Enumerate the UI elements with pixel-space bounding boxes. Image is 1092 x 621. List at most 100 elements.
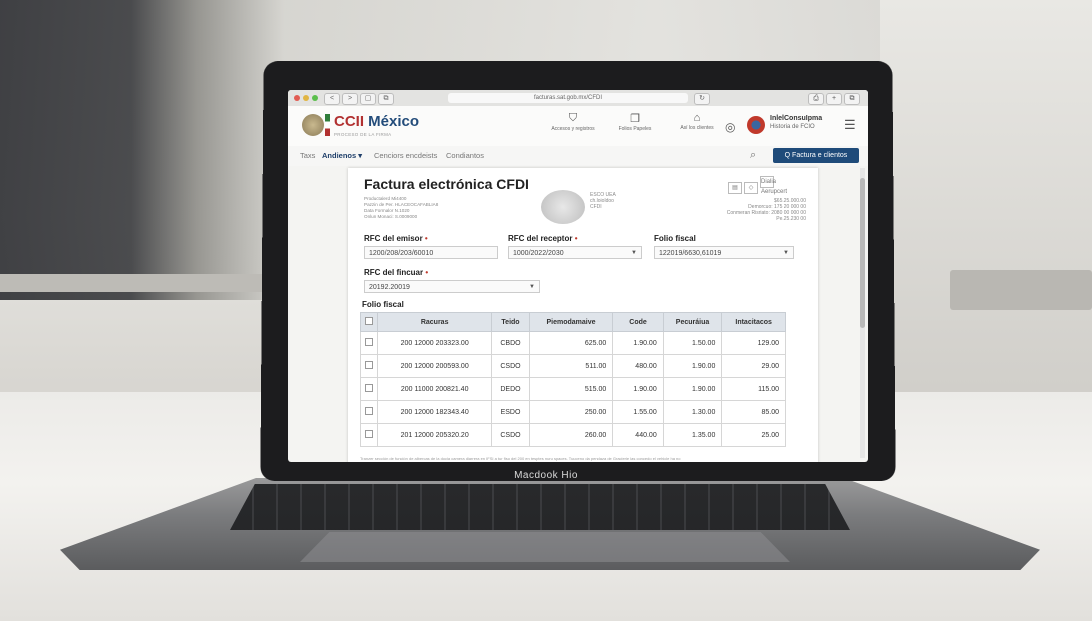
chevron-down-icon: ▼ [783,250,789,256]
page-title: Factura electrónica CFDI [364,176,529,192]
laptop-trackpad [300,532,790,562]
user-name[interactable]: InlelConsuIpma [770,115,822,122]
tab-overview-button[interactable]: ⧉ [378,93,394,105]
table-cell: 200 11000 200821.40 [376,377,493,401]
page-scrollbar[interactable] [860,168,865,458]
address-bar[interactable]: facturas.sat.gob.mx/CFDI [448,93,688,103]
table-cell: 250.00 [528,400,614,424]
factura-clientes-button[interactable]: Q Factura e clientos [773,148,859,163]
row-checkbox[interactable] [365,430,373,438]
bookmark-icon[interactable]: ◇ [744,182,758,194]
footnote: Tranzer sección de función de albercas d… [360,456,681,461]
table-cell: 1.30.00 [662,400,723,424]
table-cell: CBDO [491,331,530,355]
laptop-brand-label: Macdook Hio [514,470,578,481]
new-tab-button[interactable]: + [826,93,842,105]
table-row[interactable]: 200 12000 182343.40 ESDO 250.00 1.55.00 … [360,400,786,424]
rfc-fincuar-label: RFC del fincuar • [364,268,429,277]
column-header[interactable]: Pecuráiua [662,312,723,332]
table-row[interactable]: 200 12000 200593.00 CSDO 511.00 480.00 1… [360,354,786,378]
table-cell: 260.00 [528,423,614,447]
share-button[interactable]: ⎙ [808,93,824,105]
shield-icon: ⛉ [568,112,578,124]
nav-item-taxs[interactable]: Taxs [300,151,315,160]
table-cell: 85.00 [721,400,786,424]
print-icon[interactable]: ▤ [728,182,742,194]
laptop-keyboard [230,484,850,530]
row-checkbox[interactable] [365,407,373,415]
select-all-checkbox[interactable] [365,317,373,325]
hamburger-menu-icon[interactable]: ☰ [844,117,856,133]
header-item-clientes[interactable]: ⌂ Así los clientes [668,112,726,131]
close-window-icon[interactable] [294,95,300,101]
table-cell: ESDO [491,400,530,424]
folio-fiscal-select[interactable]: 122019/6630,61019 ▼ [654,246,794,259]
coat-of-arms-icon [302,114,324,136]
document-actions: ▤ ◇Dialia Aerupcert [728,176,787,195]
official-seal-icon [541,190,585,224]
table-cell: 200 12000 203323.00 [376,331,493,355]
table-row[interactable]: 200 12000 203323.00 CBDO 625.00 1.90.00 … [360,331,786,355]
select-all-header[interactable] [360,312,378,332]
table-cell: 200 12000 200593.00 [376,354,493,378]
header-item-folios[interactable]: ❐ Folios Papeles [606,112,664,132]
reload-button[interactable]: ↻ [694,93,710,105]
reader-button[interactable]: ▢ [360,93,376,105]
maximize-window-icon[interactable] [312,95,318,101]
minimize-window-icon[interactable] [303,95,309,101]
site-logo[interactable]: CCII México [334,113,419,130]
tabs-button[interactable]: ⧉ [844,93,860,105]
column-header[interactable]: Code [612,312,664,332]
invoice-document: Factura electrónica CFDI Productalerd Mi… [348,168,818,462]
row-checkbox[interactable] [365,361,373,369]
rfc-receptor-select[interactable]: 1000/2022/2030 ▼ [508,246,642,259]
nav-item-condiantos[interactable]: Condiantos [446,151,484,160]
rfc-fincuar-select[interactable]: 20192.20019 ▼ [364,280,540,293]
back-button[interactable]: < [324,93,340,105]
table-cell: CSDO [491,354,530,378]
document-tag: Dialia Aerupcert [760,176,787,195]
rfc-emisor-field[interactable]: 1200/208/203/60010 [364,246,498,259]
nav-item-cenciors[interactable]: Cenciors encdeists [374,151,437,160]
table-cell: 129.00 [721,331,786,355]
table-cell: 1.90.00 [662,354,723,378]
seal-caption: ESCO UEA ch.loioldoo CFDI [590,192,616,210]
table-row[interactable]: 200 11000 200821.40 DEDO 515.00 1.90.00 … [360,377,786,401]
main-nav: Taxs Andienos ▾ Cenciors encdeists Condi… [288,146,868,166]
row-checkbox[interactable] [365,384,373,392]
search-icon[interactable]: ⌕ [750,149,756,162]
invoice-items-table: Racuras Teido Piemodamaive Code Pecuráiu… [360,312,786,447]
column-header[interactable]: Teido [491,312,530,332]
table-cell: 440.00 [612,423,664,447]
background-wall [880,0,1092,420]
table-cell: 511.00 [528,354,614,378]
user-subtitle: Historia de FCIO [770,124,815,130]
nav-item-andienos[interactable]: Andienos ▾ [322,151,362,160]
table-cell: 1.50.00 [662,331,723,355]
header-item-accesos[interactable]: ⛉ Accesos y registros [544,112,602,132]
table-cell: 480.00 [612,354,664,378]
table-row[interactable]: 201 12000 205320.20 CSDO 260.00 440.00 1… [360,423,786,447]
table-cell: 1.90.00 [612,377,664,401]
table-cell: DEDO [491,377,530,401]
table-cell: 1.90.00 [662,377,723,401]
site-header: CCII México PROCESO DE LA FIRMA ⛉ Acceso… [288,106,868,147]
background-box [950,270,1092,310]
table-cell: 29.00 [721,354,786,378]
avatar[interactable] [747,116,765,134]
table-cell: 1.35.00 [662,423,723,447]
scrollbar-thumb[interactable] [860,178,865,328]
column-header[interactable]: Racuras [376,312,493,332]
globe-icon[interactable]: ◎ [725,120,735,134]
row-checkbox[interactable] [365,338,373,346]
files-icon: ❐ [630,113,640,125]
column-header[interactable]: Intacitacos [721,312,786,332]
table-cell: 515.00 [528,377,614,401]
column-header[interactable]: Piemodamaive [528,312,614,332]
forward-button[interactable]: > [342,93,358,105]
issuer-meta: Productalerd Mi4400 Pazzin de Per. HLACE… [364,196,439,219]
table-cell: 25.00 [721,423,786,447]
bank-icon: ⌂ [693,112,701,124]
table-header-row: Racuras Teido Piemodamaive Code Pecuráiu… [360,312,786,332]
chevron-down-icon: ▼ [529,284,535,290]
